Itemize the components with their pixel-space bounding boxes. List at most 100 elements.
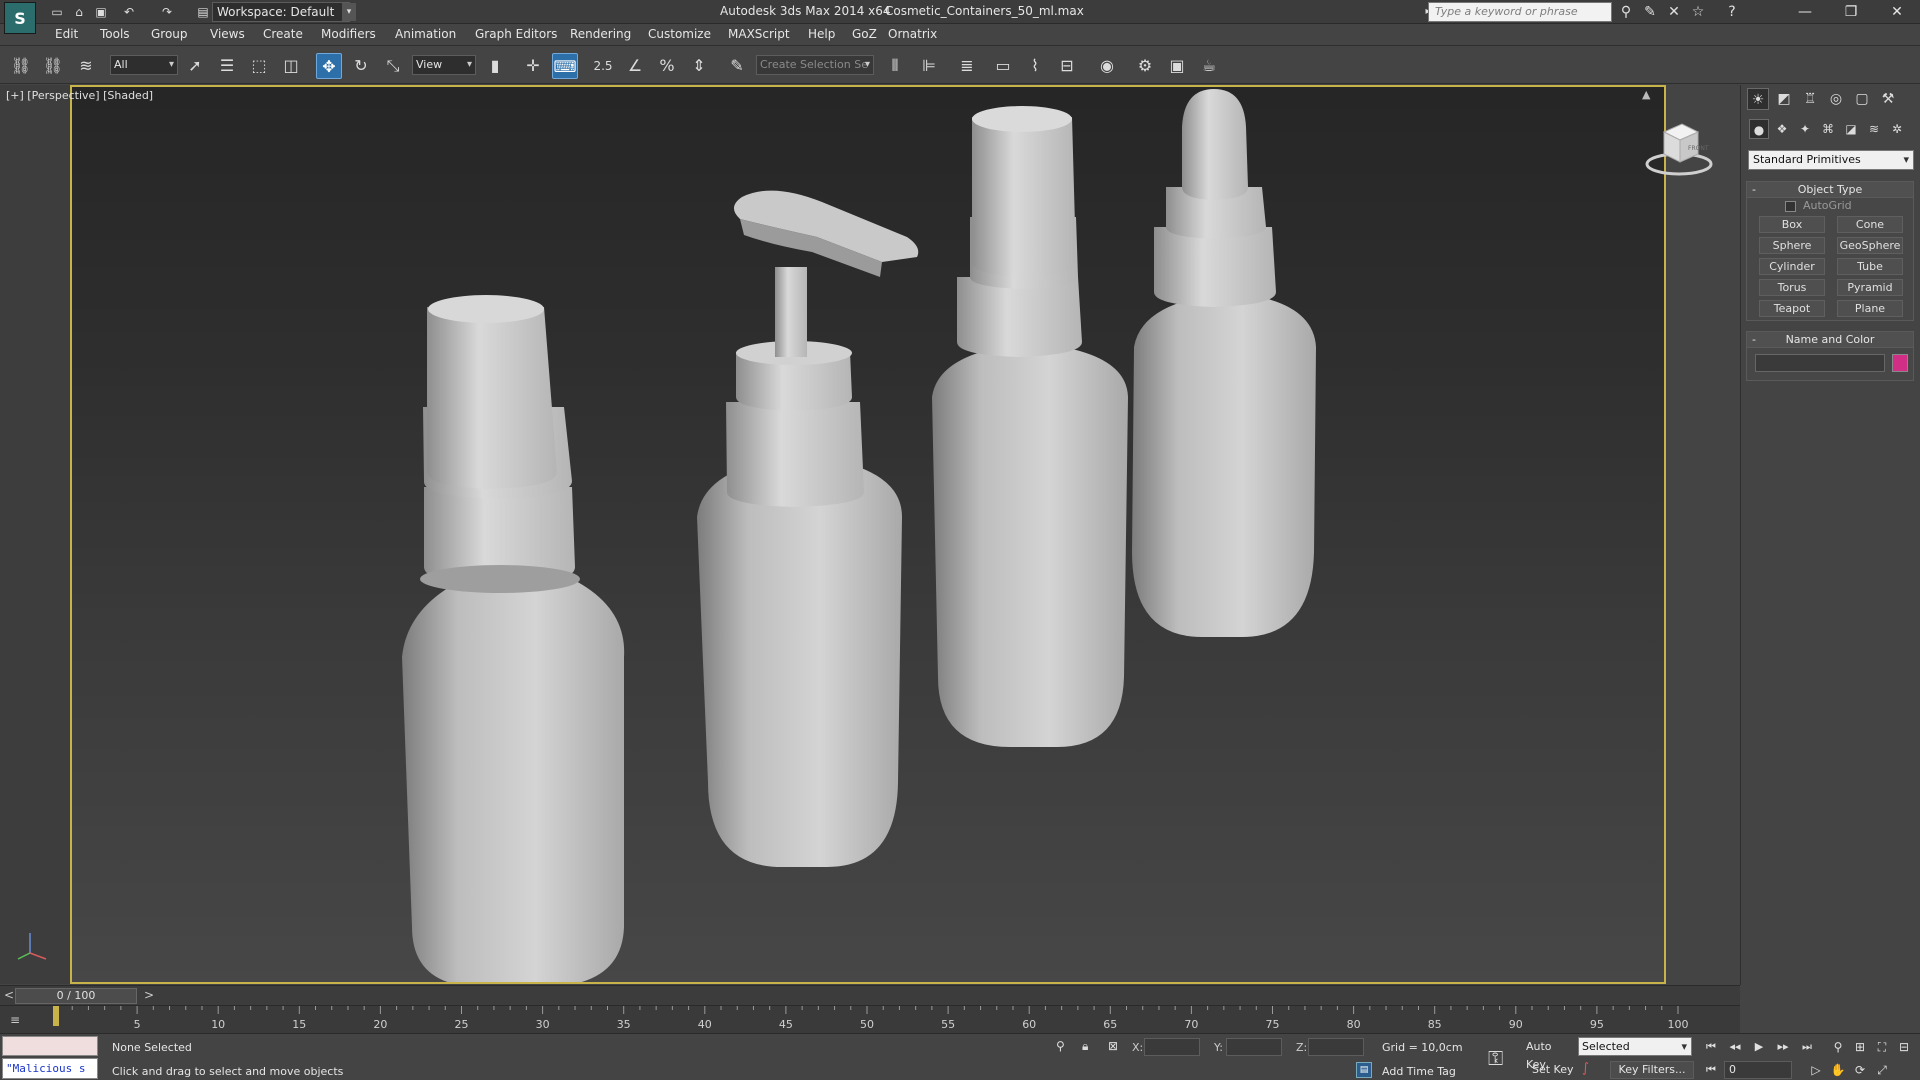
subscription-icon[interactable]: ✎ xyxy=(1640,3,1660,21)
zoom-extents-all-icon[interactable]: ⊟ xyxy=(1894,1038,1914,1056)
primitive-category-dropdown[interactable]: Standard Primitives xyxy=(1748,150,1914,170)
graphite-ribbon-icon[interactable]: ▭ xyxy=(990,53,1016,79)
menu-edit[interactable]: Edit xyxy=(55,27,78,41)
display-panel-tab-icon[interactable]: ▢ xyxy=(1851,88,1873,110)
bind-to-space-warp-icon[interactable]: ≋ xyxy=(73,53,99,79)
field-of-view-icon[interactable]: ▷ xyxy=(1806,1061,1826,1079)
autogrid-checkbox[interactable] xyxy=(1785,201,1796,212)
menu-goz[interactable]: GoZ xyxy=(852,27,877,41)
default-tangent-icon[interactable]: ∫ xyxy=(1582,1061,1589,1076)
previous-frame-icon[interactable]: ◂◂ xyxy=(1724,1038,1746,1056)
window-crossing-icon[interactable]: ◫ xyxy=(278,53,304,79)
time-slider-prev-icon[interactable]: < xyxy=(4,988,14,1002)
favorites-star-icon[interactable]: ☆ xyxy=(1688,3,1708,21)
pump-bottle-model[interactable] xyxy=(697,190,919,867)
modify-panel-tab-icon[interactable]: ◩ xyxy=(1773,88,1795,110)
menu-create[interactable]: Create xyxy=(263,27,303,41)
project-folder-icon[interactable]: ▤ xyxy=(194,3,212,21)
set-keys-key-icon[interactable]: ⚿ xyxy=(1488,1046,1503,1070)
edit-named-selection-icon[interactable]: ✎ xyxy=(724,53,750,79)
selection-lock-icon[interactable]: 🔒︎ xyxy=(1082,1039,1088,1054)
tall-spray-bottle-model[interactable] xyxy=(932,106,1128,747)
z-coord-input[interactable] xyxy=(1308,1038,1364,1056)
geometry-icon[interactable]: ● xyxy=(1749,119,1769,139)
perspective-viewport[interactable] xyxy=(70,85,1666,984)
snaps-toggle-icon[interactable]: 2.5 xyxy=(590,53,616,79)
select-and-link-icon[interactable]: ⛓ xyxy=(8,53,34,79)
go-to-end-icon[interactable]: ⏭ xyxy=(1796,1038,1818,1056)
select-and-scale-icon[interactable]: ⤡ xyxy=(380,53,406,79)
hierarchy-panel-tab-icon[interactable]: ♖ xyxy=(1799,88,1821,110)
select-object-icon[interactable]: ➚ xyxy=(182,53,208,79)
add-time-tag-button[interactable]: Add Time Tag xyxy=(1382,1065,1456,1078)
lights-icon[interactable]: ✦ xyxy=(1795,119,1815,139)
next-frame-icon[interactable]: ▸▸ xyxy=(1772,1038,1794,1056)
app-logo-icon[interactable]: S xyxy=(4,2,36,34)
communication-icon[interactable]: ✕ xyxy=(1664,3,1684,21)
name-and-color-header[interactable]: - Name and Color xyxy=(1747,332,1913,348)
box-button[interactable]: Box xyxy=(1759,216,1825,233)
key-mode-dropdown[interactable]: Selected xyxy=(1578,1037,1692,1056)
plane-button[interactable]: Plane xyxy=(1837,300,1903,317)
menu-maxscript[interactable]: MAXScript xyxy=(728,27,790,41)
set-key-button[interactable]: Set Key xyxy=(1532,1061,1576,1079)
rectangular-selection-icon[interactable]: ⬚ xyxy=(246,53,272,79)
shapes-icon[interactable]: ❖ xyxy=(1772,119,1792,139)
zoom-icon[interactable]: ⚲ xyxy=(1828,1038,1848,1056)
absolute-mode-icon[interactable]: ⊠ xyxy=(1108,1039,1118,1053)
selection-filter-dropdown[interactable]: All xyxy=(110,55,178,75)
spray-bottle-model[interactable] xyxy=(402,295,625,984)
binoculars-icon[interactable]: ⚲ xyxy=(1616,3,1636,21)
teapot-button[interactable]: Teapot xyxy=(1759,300,1825,317)
mirror-icon[interactable]: ⫴ xyxy=(882,53,908,79)
time-slider[interactable]: < 0 / 100 > xyxy=(0,985,1740,1005)
object-type-header[interactable]: - Object Type xyxy=(1747,182,1913,198)
auto-key-button[interactable]: Auto Key xyxy=(1526,1038,1574,1071)
menu-modifiers[interactable]: Modifiers xyxy=(321,27,376,41)
menu-customize[interactable]: Customize xyxy=(648,27,711,41)
maxscript-listener-output[interactable]: "Malicious s xyxy=(2,1058,98,1079)
tube-button[interactable]: Tube xyxy=(1837,258,1903,275)
orbit-icon[interactable]: ⟳ xyxy=(1850,1061,1870,1079)
menu-tools[interactable]: Tools xyxy=(100,27,130,41)
render-setup-icon[interactable]: ⚙ xyxy=(1132,53,1158,79)
align-icon[interactable]: ⊫ xyxy=(916,53,942,79)
create-panel-tab-icon[interactable]: ☀ xyxy=(1747,88,1769,110)
rendered-frame-window-icon[interactable]: ▣ xyxy=(1164,53,1190,79)
unlink-selection-icon[interactable]: ⛓ xyxy=(40,53,66,79)
maximize-viewport-icon[interactable]: ⤢ xyxy=(1872,1061,1892,1079)
keyboard-shortcut-override-icon[interactable]: ⌨ xyxy=(552,53,578,79)
workspace-dropdown-arrow-icon[interactable]: ▾ xyxy=(342,3,356,21)
object-name-input[interactable] xyxy=(1755,354,1885,372)
menu-ornatrix[interactable]: Ornatrix xyxy=(888,27,937,41)
reference-coordinate-dropdown[interactable]: View xyxy=(412,55,476,75)
schematic-view-icon[interactable]: ⊟ xyxy=(1054,53,1080,79)
pyramid-button[interactable]: Pyramid xyxy=(1837,279,1903,296)
viewcube[interactable]: FRONT xyxy=(1644,118,1714,178)
geosphere-button[interactable]: GeoSphere xyxy=(1837,237,1903,254)
sphere-button[interactable]: Sphere xyxy=(1759,237,1825,254)
systems-icon[interactable]: ✲ xyxy=(1887,119,1907,139)
menu-graph-editors[interactable]: Graph Editors xyxy=(475,27,557,41)
angle-snap-icon[interactable]: ∠ xyxy=(622,53,648,79)
helpers-icon[interactable]: ◪ xyxy=(1841,119,1861,139)
undo-icon[interactable]: ↶ xyxy=(120,3,138,21)
menu-group[interactable]: Group xyxy=(151,27,188,41)
help-icon[interactable]: ? xyxy=(1722,3,1742,21)
key-filters-button[interactable]: Key Filters... xyxy=(1610,1061,1694,1079)
isolate-selection-icon[interactable]: ⚲ xyxy=(1056,1039,1065,1053)
menu-help[interactable]: Help xyxy=(808,27,835,41)
collapse-icon[interactable]: - xyxy=(1752,332,1756,348)
maxscript-listener-input[interactable] xyxy=(2,1036,98,1056)
curve-editor-icon[interactable]: ⌇ xyxy=(1022,53,1048,79)
select-and-rotate-icon[interactable]: ↻ xyxy=(348,53,374,79)
cameras-icon[interactable]: ⌘ xyxy=(1818,119,1838,139)
object-color-swatch[interactable] xyxy=(1892,354,1908,372)
menu-views[interactable]: Views xyxy=(210,27,245,41)
zoom-extents-icon[interactable]: ⛶ xyxy=(1872,1038,1892,1056)
close-icon[interactable]: ✕ xyxy=(1874,0,1920,24)
select-and-move-icon[interactable]: ✥ xyxy=(316,53,342,79)
percent-snap-icon[interactable]: % xyxy=(654,53,680,79)
workspace-dropdown[interactable]: Workspace: Default xyxy=(212,2,350,22)
select-and-manipulate-icon[interactable]: ✛ xyxy=(520,53,546,79)
